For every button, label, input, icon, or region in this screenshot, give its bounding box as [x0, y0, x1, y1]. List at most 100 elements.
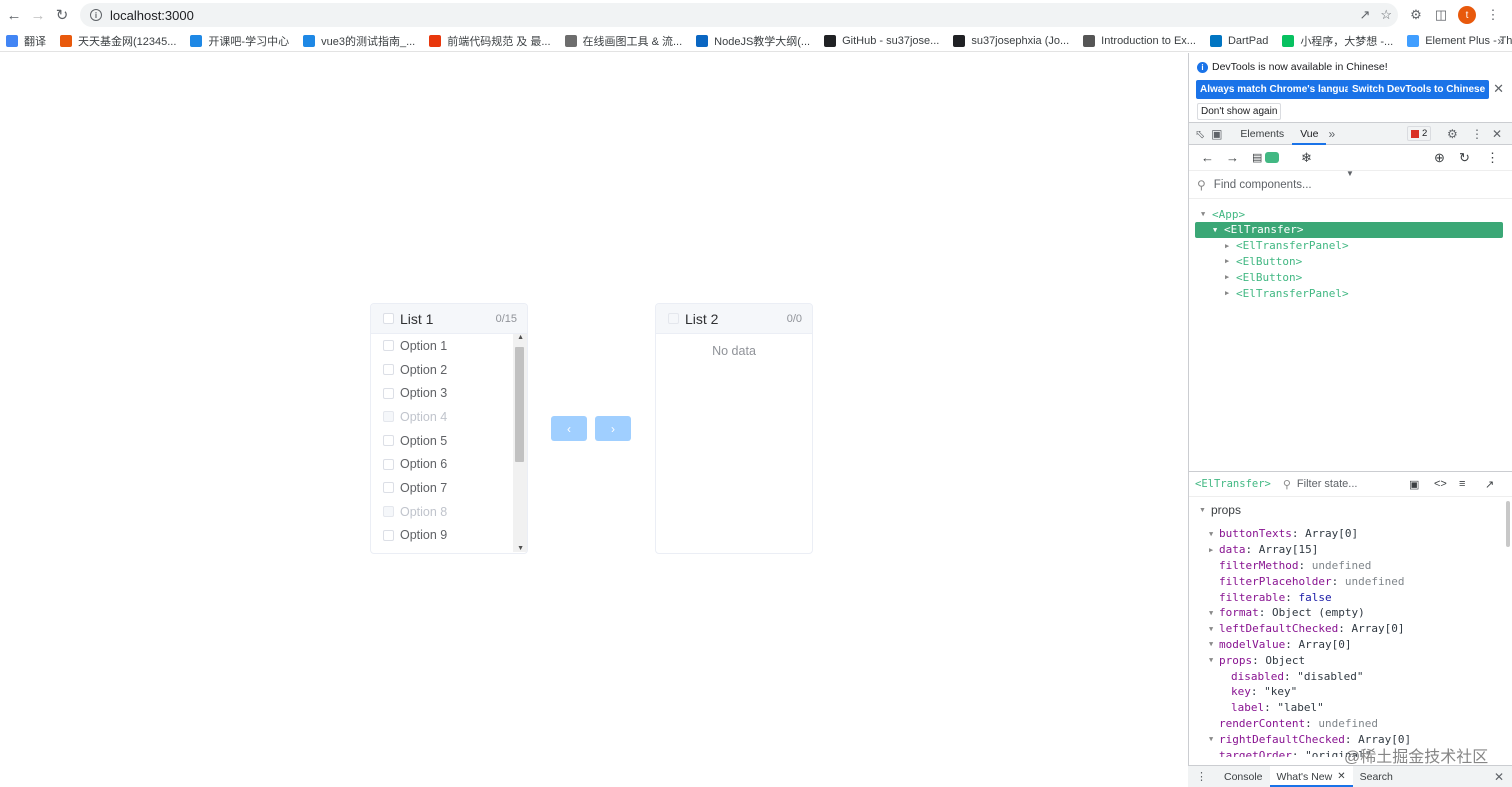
bookmark-item[interactable]: NodeJS教学大纲(...: [696, 33, 810, 49]
devtools-menu-icon[interactable]: ⋮: [1471, 127, 1483, 141]
bookmark-item[interactable]: 小程序，大梦想 -...: [1282, 33, 1393, 49]
select-all-checkbox[interactable]: [668, 313, 679, 324]
chevron-right-icon[interactable]: ▶: [1225, 273, 1232, 281]
transfer-option[interactable]: Option 5: [371, 429, 527, 453]
prop-row[interactable]: filterMethod: undefined: [1209, 558, 1371, 574]
refresh-icon[interactable]: ↻: [1459, 150, 1470, 166]
option-checkbox[interactable]: [383, 458, 394, 470]
site-info-icon[interactable]: i: [90, 9, 102, 21]
bookmark-item[interactable]: 前端代码规范 及 最...: [429, 33, 551, 49]
app-selector-icon[interactable]: ▤: [1252, 151, 1262, 164]
issues-badge[interactable]: 2: [1407, 126, 1432, 141]
close-icon[interactable]: ✕: [1493, 81, 1504, 97]
find-components-input[interactable]: Find components...: [1214, 179, 1312, 191]
bookmark-item[interactable]: su37josephxia (Jo...: [953, 34, 1069, 47]
component-tree-node[interactable]: ▶ <ElTransferPanel>: [1225, 285, 1349, 301]
prop-row[interactable]: filterPlaceholder: undefined: [1209, 573, 1404, 589]
dont-show-again-button[interactable]: Don't show again: [1197, 103, 1282, 120]
forward-icon[interactable]: →: [1226, 150, 1239, 165]
prop-row[interactable]: ▶ data: Array[15]: [1209, 542, 1318, 558]
bookmark-item[interactable]: 在线画图工具 & 流...: [564, 33, 682, 49]
option-checkbox[interactable]: [383, 435, 394, 447]
close-drawer-icon[interactable]: ✕: [1494, 770, 1504, 784]
side-panel-icon[interactable]: ◫: [1430, 4, 1452, 26]
components-tree-icon[interactable]: ❄: [1301, 150, 1312, 166]
chevron-down-icon[interactable]: ▼: [1209, 609, 1219, 617]
transfer-option[interactable]: Option 3: [371, 381, 527, 405]
drawer-menu-icon[interactable]: ⋮: [1196, 770, 1207, 783]
chevron-right-icon[interactable]: ▶: [1209, 546, 1219, 554]
transfer-to-left-button[interactable]: ‹: [551, 416, 587, 441]
props-section-header[interactable]: ▼ props: [1199, 503, 1241, 517]
component-tree-node[interactable]: ▼ <ElTransfer>: [1195, 221, 1503, 238]
chevron-right-icon[interactable]: ▶: [1225, 257, 1232, 265]
select-component-icon[interactable]: ⊕: [1434, 150, 1445, 166]
vue-menu-icon[interactable]: ⋮: [1486, 150, 1499, 166]
address-bar[interactable]: i localhost:3000 ↗ ☆: [80, 3, 1398, 27]
back-icon[interactable]: ←: [1201, 150, 1214, 165]
bookmark-item[interactable]: 开课吧-学习中心: [190, 33, 289, 49]
prop-row[interactable]: ▼ format: Object (empty): [1209, 605, 1365, 621]
chevron-right-icon[interactable]: ▶: [1225, 289, 1232, 297]
chevron-down-icon[interactable]: ▼: [1209, 530, 1219, 538]
extensions-icon[interactable]: ⚙: [1405, 4, 1427, 26]
chevron-down-icon[interactable]: ▼: [1209, 735, 1219, 743]
prop-row[interactable]: renderContent: undefined: [1209, 716, 1378, 732]
scrollbar-thumb[interactable]: [1506, 501, 1510, 547]
bookmark-item[interactable]: DartPad: [1209, 34, 1268, 47]
transfer-to-right-button[interactable]: ›: [595, 416, 631, 441]
inspect-dom-icon[interactable]: ≡: [1459, 478, 1465, 490]
filter-state-input[interactable]: Filter state...: [1297, 478, 1358, 490]
prop-row[interactable]: disabled: "disabled": [1221, 668, 1363, 684]
drawer-tab[interactable]: What's New ✕: [1269, 766, 1353, 787]
transfer-option[interactable]: Option 6: [371, 452, 527, 476]
prop-row[interactable]: label: "label": [1221, 700, 1324, 716]
option-checkbox[interactable]: [383, 387, 394, 399]
prop-row[interactable]: key: "key": [1221, 684, 1297, 700]
bookmarks-overflow-icon[interactable]: »: [1497, 30, 1504, 52]
component-tree-node[interactable]: ▶ <ElButton>: [1225, 253, 1302, 269]
share-icon[interactable]: ↗: [1359, 7, 1370, 23]
bookmark-star-icon[interactable]: ☆: [1380, 7, 1392, 23]
prop-row[interactable]: ▼ buttonTexts: Array[0]: [1209, 526, 1358, 542]
reload-icon[interactable]: ↻: [50, 3, 74, 27]
bookmark-item[interactable]: 天天基金网(12345...: [60, 33, 176, 49]
chevron-down-icon[interactable]: ▼: [1213, 226, 1220, 234]
scroll-up-icon[interactable]: ▲: [517, 334, 524, 341]
transfer-option[interactable]: Option 2: [371, 358, 527, 382]
show-render-code-icon[interactable]: <>: [1434, 478, 1447, 490]
tab-vue[interactable]: Vue: [1292, 123, 1327, 145]
component-tree-node[interactable]: ▶ <ElButton>: [1225, 269, 1302, 285]
option-checkbox[interactable]: [383, 482, 394, 494]
inspect-element-icon[interactable]: ⬁: [1195, 127, 1205, 141]
open-in-editor-icon[interactable]: ↗: [1485, 478, 1494, 491]
option-checkbox[interactable]: [383, 529, 394, 541]
close-tab-icon[interactable]: ✕: [1337, 771, 1345, 782]
device-toolbar-icon[interactable]: ▣: [1211, 127, 1222, 141]
bookmark-item[interactable]: Element Plus - Th...: [1407, 34, 1512, 47]
forward-icon[interactable]: →: [26, 3, 50, 27]
switch-chinese-button[interactable]: Switch DevTools to Chinese: [1348, 80, 1490, 99]
scroll-down-icon[interactable]: ▼: [517, 545, 524, 552]
component-tree-node[interactable]: ▶ <ElTransferPanel>: [1225, 238, 1349, 254]
prop-row[interactable]: ▼ modelValue: Array[0]: [1209, 637, 1351, 653]
chevron-down-icon[interactable]: ▼: [1346, 169, 1354, 178]
drawer-tab[interactable]: Search: [1353, 766, 1400, 787]
transfer-option[interactable]: Option 7: [371, 476, 527, 500]
scrollbar[interactable]: ▲ ▼: [513, 334, 527, 552]
avatar[interactable]: t: [1458, 6, 1476, 24]
scrollbar-thumb[interactable]: [515, 347, 524, 462]
chevron-down-icon[interactable]: ▼: [1201, 210, 1208, 218]
bookmark-item[interactable]: 翻译: [6, 33, 46, 49]
bookmark-item[interactable]: Introduction to Ex...: [1083, 34, 1196, 47]
chevron-right-icon[interactable]: ▶: [1225, 242, 1232, 250]
transfer-option[interactable]: Option 1: [371, 334, 527, 358]
option-checkbox[interactable]: [383, 340, 394, 352]
prop-row[interactable]: filterable: false: [1209, 589, 1332, 605]
chevron-down-icon[interactable]: ▼: [1209, 625, 1219, 633]
transfer-option[interactable]: Option 9: [371, 524, 527, 548]
more-tabs-icon[interactable]: »: [1328, 127, 1335, 141]
settings-gear-icon[interactable]: ⚙: [1447, 127, 1458, 141]
select-all-checkbox[interactable]: [383, 313, 394, 324]
drawer-tab[interactable]: Console: [1217, 766, 1270, 787]
